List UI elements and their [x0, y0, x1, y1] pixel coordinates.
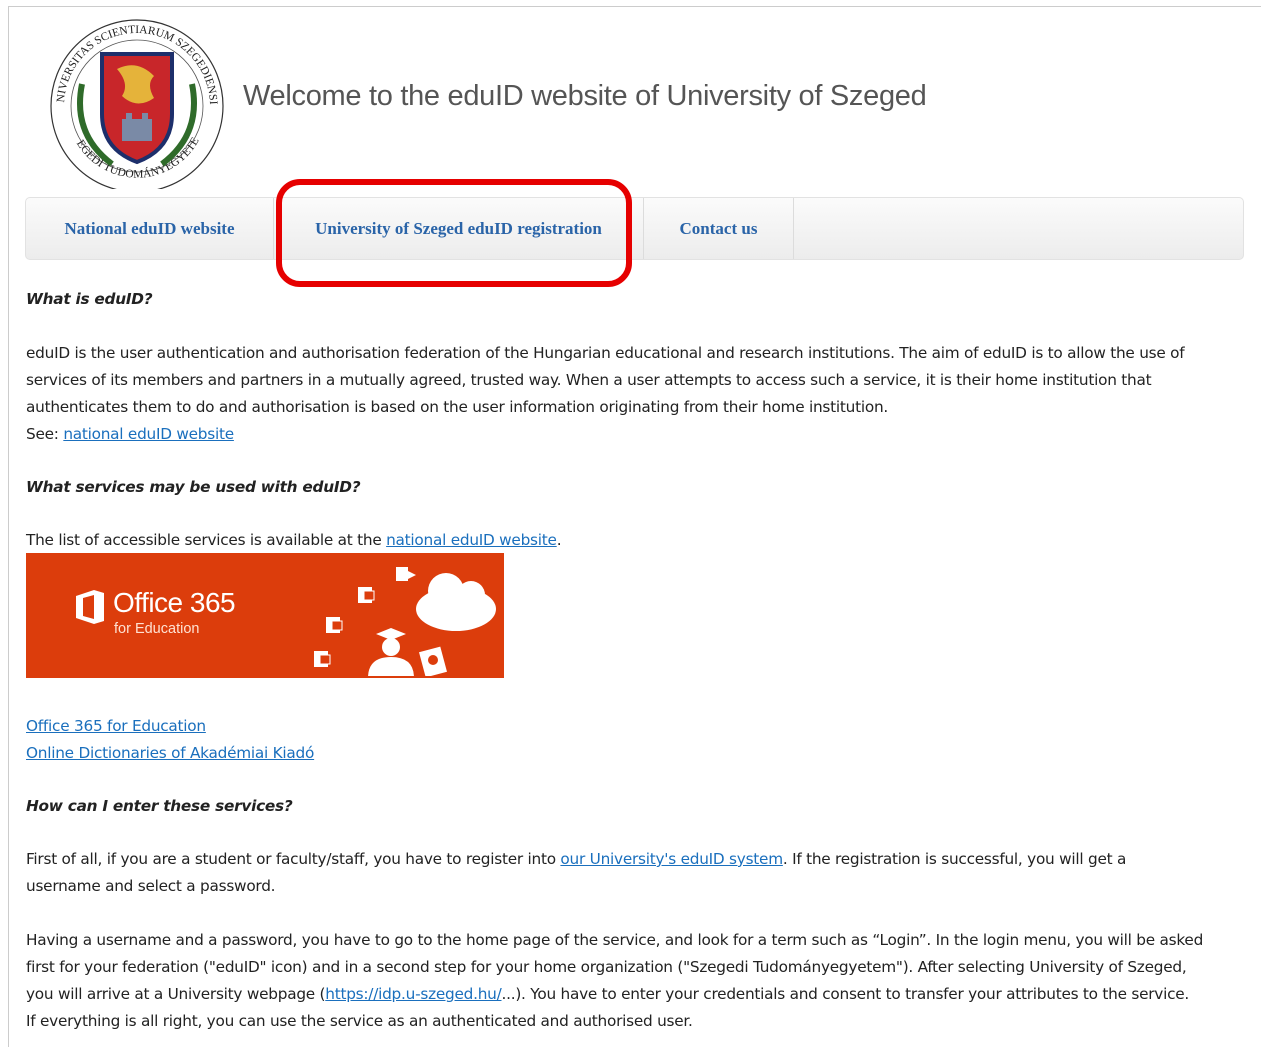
paragraph-line: eduID is the user authentication and aut…: [26, 344, 1185, 362]
nav-national-eduid[interactable]: National eduID website: [26, 198, 274, 259]
office365-title: Office 365: [113, 587, 236, 618]
university-seal-logo: UNIVERSITAS SCIENTIARUM SZEGEDIENSIS SZE…: [37, 5, 232, 193]
akademiai-dictionaries-link[interactable]: Online Dictionaries of Akadémiai Kiadó: [26, 744, 314, 762]
service-link-row: Online Dictionaries of Akadémiai Kiadó: [26, 740, 314, 767]
see-prefix: See:: [26, 425, 64, 443]
student-icon: [368, 628, 414, 676]
p2-after: . If the registration is successful, you…: [782, 850, 1127, 868]
paragraph-line: authenticates them to do and authorisati…: [26, 398, 888, 416]
university-seal-icon: UNIVERSITAS SCIENTIARUM SZEGEDIENSIS SZE…: [37, 5, 224, 193]
idp-u-szeged-link[interactable]: https://idp.u-szeged.hu/: [325, 985, 501, 1003]
paragraph-line: first for your federation ("eduID" icon)…: [26, 958, 1187, 976]
list-suffix: .: [556, 531, 562, 549]
see-line: See: national eduID website: [26, 421, 234, 448]
heading-how-to-enter: How can I enter these services?: [26, 797, 293, 815]
heading-services: What services may be used with eduID?: [26, 478, 361, 496]
university-eduid-system-link[interactable]: our University's eduID system: [560, 850, 783, 868]
office365-banner[interactable]: Office 365 for Education: [26, 553, 504, 678]
p3-after: ...). You have to enter your credentials…: [501, 985, 1190, 1003]
office365-education-link[interactable]: Office 365 for Education: [26, 717, 206, 735]
list-prefix: The list of accessible services is avail…: [26, 531, 387, 549]
main-nav: National eduID website University of Sze…: [25, 197, 1244, 260]
cloud-icon: [416, 573, 496, 631]
paragraph-line: services of its members and partners in …: [26, 371, 1152, 389]
office-apps-illustration: [314, 567, 496, 676]
national-eduid-link[interactable]: national eduID website: [63, 425, 234, 443]
p3-before: you will arrive at a University webpage …: [26, 985, 326, 1003]
services-list-line: The list of accessible services is avail…: [26, 527, 562, 554]
certificate-icon: [419, 646, 447, 676]
excel-icon: [358, 587, 375, 603]
heading-what-is-eduid: What is eduID?: [26, 290, 153, 308]
paragraph-line: If everything is all right, you can use …: [26, 1012, 693, 1030]
nav-contact-us[interactable]: Contact us: [644, 198, 794, 259]
paragraph-line: Having a username and a password, you ha…: [26, 931, 1204, 949]
word-icon: [326, 617, 343, 633]
office-logo-icon: [76, 590, 104, 624]
highlight-annotation: [276, 179, 632, 287]
exchange-icon: [314, 651, 331, 667]
page-title: Welcome to the eduID website of Universi…: [243, 80, 927, 112]
paragraph-line: username and select a password.: [26, 877, 276, 895]
paragraph-line: you will arrive at a University webpage …: [26, 981, 1189, 1008]
lync-icon: [396, 567, 416, 581]
service-link-row: Office 365 for Education: [26, 713, 206, 740]
national-eduid-link-2[interactable]: national eduID website: [386, 531, 557, 549]
p2-before: First of all, if you are a student or fa…: [26, 850, 561, 868]
paragraph-line: First of all, if you are a student or fa…: [26, 846, 1126, 873]
office365-subtitle: for Education: [114, 621, 200, 637]
